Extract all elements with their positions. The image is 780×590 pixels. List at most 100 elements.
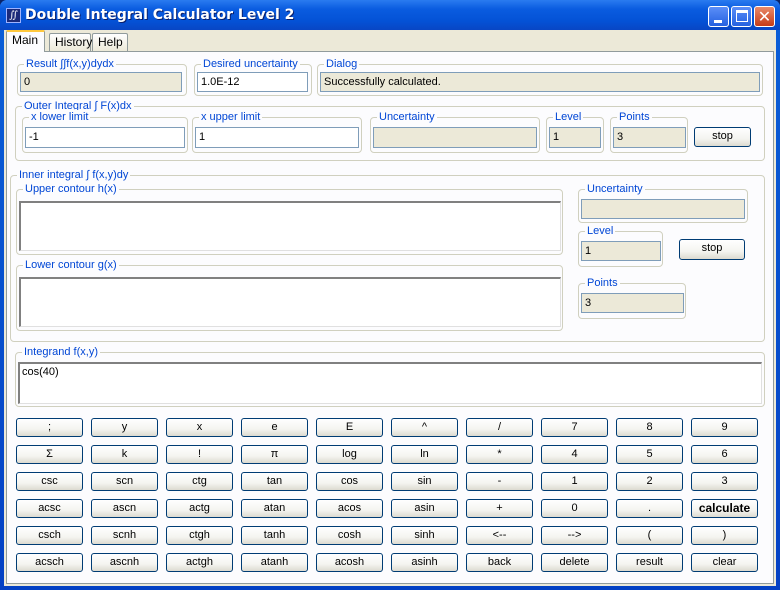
outer-level-label: Level (553, 110, 584, 124)
key-actg-button[interactable]: actg (166, 499, 233, 518)
key-8-button[interactable]: 8 (616, 418, 683, 437)
inner-integral-label: Inner integral ∫ f(x,y)dy (17, 168, 131, 182)
app-window: ∬ Double Integral Calculator Level 2 ✕ M… (0, 0, 780, 590)
desired-uncertainty-input[interactable]: 1.0E-12 (197, 72, 308, 92)
key-semicolon-button[interactable]: ; (16, 418, 83, 437)
key-7-button[interactable]: 7 (541, 418, 608, 437)
key-asinh-button[interactable]: asinh (391, 553, 458, 572)
key-pi-button[interactable]: π (241, 445, 308, 464)
key-power-button[interactable]: ^ (391, 418, 458, 437)
key-cursor-right-button[interactable]: --> (541, 526, 608, 545)
key-ascn-button[interactable]: ascn (91, 499, 158, 518)
tab-history[interactable]: History (49, 33, 92, 51)
key-cosh-button[interactable]: cosh (316, 526, 383, 545)
result-field[interactable]: 0 (20, 72, 182, 92)
minimize-button[interactable] (708, 6, 729, 27)
key-sin-button[interactable]: sin (391, 472, 458, 491)
key-atanh-button[interactable]: atanh (241, 553, 308, 572)
dialog-group: Dialog Successfully calculated. (317, 57, 763, 96)
key-minus-button[interactable]: - (466, 472, 533, 491)
key-clear-button[interactable]: clear (691, 553, 758, 572)
key-6-button[interactable]: 6 (691, 445, 758, 464)
tab-main[interactable]: Main (6, 30, 45, 52)
key-e-button[interactable]: e (241, 418, 308, 437)
key-atan-button[interactable]: atan (241, 499, 308, 518)
integrand-label: Integrand f(x,y) (22, 345, 100, 359)
key-sinh-button[interactable]: sinh (391, 526, 458, 545)
dialog-message-field: Successfully calculated. (320, 72, 760, 92)
key-cursor-left-button[interactable]: <-- (466, 526, 533, 545)
key-acsch-button[interactable]: acsch (16, 553, 83, 572)
key-x-button[interactable]: x (166, 418, 233, 437)
key-close-paren-button[interactable]: ) (691, 526, 758, 545)
key-multiply-button[interactable]: * (466, 445, 533, 464)
key-csc-button[interactable]: csc (16, 472, 83, 491)
key-k-button[interactable]: k (91, 445, 158, 464)
key-result-button[interactable]: result (616, 553, 683, 572)
key-open-paren-button[interactable]: ( (616, 526, 683, 545)
key-tan-button[interactable]: tan (241, 472, 308, 491)
key-log-button[interactable]: log (316, 445, 383, 464)
x-lower-limit-input[interactable]: -1 (25, 127, 185, 148)
key-acos-button[interactable]: acos (316, 499, 383, 518)
tab-help[interactable]: Help (92, 33, 128, 51)
key-csch-button[interactable]: csch (16, 526, 83, 545)
inner-stop-button[interactable]: stop (679, 239, 745, 260)
key-decimal-point-button[interactable]: . (616, 499, 683, 518)
key-back-button[interactable]: back (466, 553, 533, 572)
upper-contour-group: Upper contour h(x) (16, 182, 563, 255)
desired-uncertainty-label: Desired uncertainty (201, 57, 300, 71)
lower-contour-input[interactable] (19, 277, 561, 327)
key-asin-button[interactable]: asin (391, 499, 458, 518)
outer-uncertainty-label: Uncertainty (377, 110, 437, 124)
integrand-group: Integrand f(x,y) cos(40) (15, 345, 765, 407)
key-9-button[interactable]: 9 (691, 418, 758, 437)
client-area: Main History Help Result ∫∫f(x,y)dydx 0 … (4, 30, 776, 586)
key-tanh-button[interactable]: tanh (241, 526, 308, 545)
main-tab-page: Result ∫∫f(x,y)dydx 0 Desired uncertaint… (6, 51, 774, 584)
key-2-button[interactable]: 2 (616, 472, 683, 491)
key-factorial-button[interactable]: ! (166, 445, 233, 464)
x-upper-limit-input[interactable]: 1 (195, 127, 359, 148)
outer-stop-button[interactable]: stop (694, 127, 751, 147)
inner-level-group: Level 1 (578, 224, 663, 267)
upper-contour-label: Upper contour h(x) (23, 182, 119, 196)
key-ctgh-button[interactable]: ctgh (166, 526, 233, 545)
x-upper-limit-label: x upper limit (199, 110, 263, 124)
desired-uncertainty-group: Desired uncertainty 1.0E-12 (194, 57, 312, 96)
title-bar[interactable]: ∬ Double Integral Calculator Level 2 ✕ (0, 0, 780, 30)
inner-integral-group: Inner integral ∫ f(x,y)dy Upper contour … (10, 168, 765, 342)
upper-contour-input[interactable] (19, 201, 561, 251)
key-3-button[interactable]: 3 (691, 472, 758, 491)
inner-uncertainty-group: Uncertainty (578, 182, 748, 223)
key-delete-button[interactable]: delete (541, 553, 608, 572)
key-y-button[interactable]: y (91, 418, 158, 437)
window-title: Double Integral Calculator Level 2 (25, 7, 295, 23)
integral-app-icon[interactable]: ∬ (6, 8, 21, 23)
key-plus-button[interactable]: + (466, 499, 533, 518)
key-ln-button[interactable]: ln (391, 445, 458, 464)
key-actgh-button[interactable]: actgh (166, 553, 233, 572)
key-divide-button[interactable]: / (466, 418, 533, 437)
key-cos-button[interactable]: cos (316, 472, 383, 491)
maximize-button[interactable] (731, 6, 752, 27)
key-calculate-button[interactable]: calculate (691, 499, 758, 518)
key-0-button[interactable]: 0 (541, 499, 608, 518)
key-exp-E-button[interactable]: E (316, 418, 383, 437)
key-ascnh-button[interactable]: ascnh (91, 553, 158, 572)
key-5-button[interactable]: 5 (616, 445, 683, 464)
key-sigma-button[interactable]: Σ (16, 445, 83, 464)
key-1-button[interactable]: 1 (541, 472, 608, 491)
integrand-input[interactable]: cos(40) (18, 362, 762, 404)
close-button[interactable]: ✕ (754, 6, 775, 27)
key-scn-button[interactable]: scn (91, 472, 158, 491)
key-acsc-button[interactable]: acsc (16, 499, 83, 518)
key-4-button[interactable]: 4 (541, 445, 608, 464)
outer-points-group: Points 3 (610, 110, 688, 153)
outer-level-field: 1 (549, 127, 601, 148)
inner-points-field: 3 (581, 293, 684, 313)
key-scnh-button[interactable]: scnh (91, 526, 158, 545)
key-ctg-button[interactable]: ctg (166, 472, 233, 491)
outer-points-field: 3 (613, 127, 686, 148)
key-acosh-button[interactable]: acosh (316, 553, 383, 572)
